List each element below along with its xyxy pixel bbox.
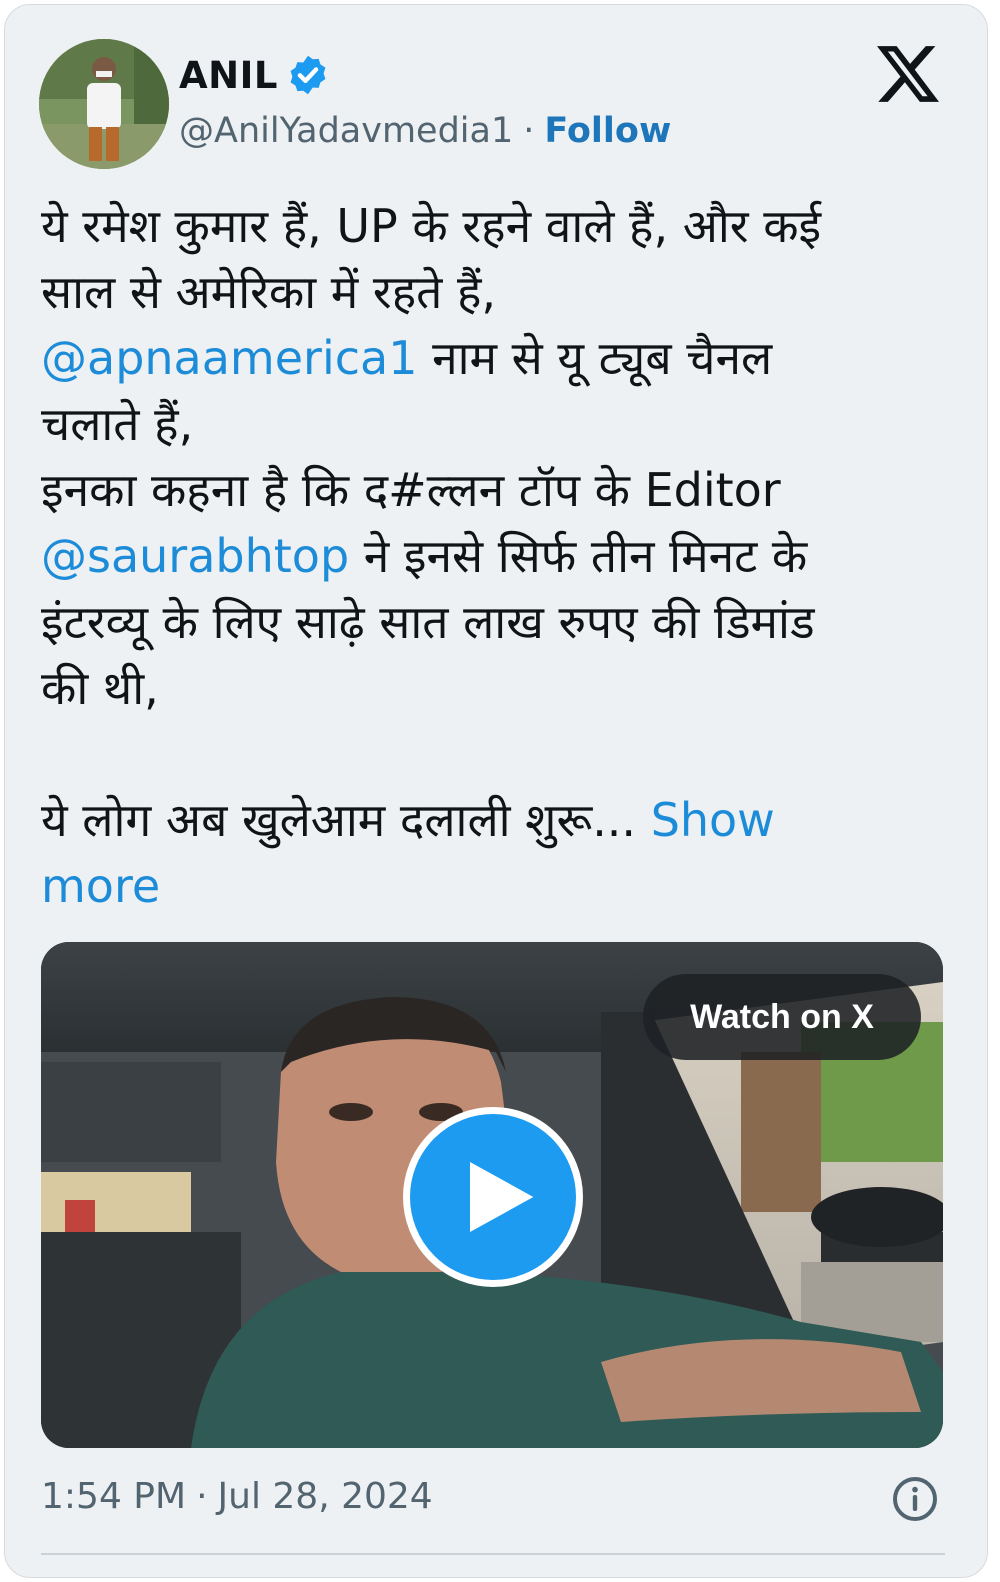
- mention-link[interactable]: @saurabhtop: [41, 529, 349, 583]
- profile-photo-icon: [39, 39, 169, 169]
- follow-button[interactable]: Follow: [544, 111, 671, 151]
- x-logo-icon[interactable]: [877, 43, 939, 105]
- tweet-line: more: [41, 853, 941, 919]
- author-avatar[interactable]: [39, 39, 169, 169]
- handle-separator: ·: [523, 111, 535, 151]
- video-thumbnail[interactable]: Watch on X: [41, 942, 943, 1448]
- play-button[interactable]: [403, 1107, 583, 1287]
- watch-on-x-button[interactable]: Watch on X: [643, 974, 921, 1060]
- author-handle[interactable]: @AnilYadavmedia1: [179, 111, 513, 151]
- show-more-link-cont[interactable]: more: [41, 859, 160, 913]
- author-name[interactable]: ANIL: [179, 54, 278, 97]
- tweet-date: Jul 28, 2024: [217, 1476, 433, 1517]
- author-handle-row: @AnilYadavmedia1 · Follow: [179, 111, 671, 151]
- tweet-line: साल से अमेरिका में रहते हैं,: [41, 265, 497, 319]
- tweet-embed-card[interactable]: ANIL @AnilYadavmedia1 · Follow ये रमेश क…: [4, 4, 988, 1578]
- tweet-line: इनका कहना है कि द#ल्लन टॉप के Editor: [41, 463, 781, 517]
- show-more-link[interactable]: Show: [651, 793, 775, 847]
- tweet-line: @apnaamerica1 नाम से यू ट्यूब चैनल: [41, 325, 941, 391]
- divider: [41, 1553, 945, 1555]
- info-icon[interactable]: [891, 1475, 939, 1523]
- tweet-time: 1:54 PM: [41, 1476, 187, 1517]
- tweet-line-text: नाम से यू ट्यूब चैनल: [417, 331, 773, 385]
- tweet-text: ये रमेश कुमार हैं, UP के रहने वाले हैं, …: [41, 193, 941, 919]
- tweet-line-text: ये लोग अब खुलेआम दलाली शुरू...: [41, 793, 651, 847]
- play-icon: [470, 1162, 534, 1232]
- mention-link[interactable]: @apnaamerica1: [41, 331, 417, 385]
- tweet-line: ये लोग अब खुलेआम दलाली शुरू... Show: [41, 787, 941, 853]
- tweet-line: चलाते हैं,: [41, 397, 194, 451]
- tweet-line: की थी,: [41, 661, 159, 715]
- tweet-line-text: ने इनसे सिर्फ तीन मिनट के: [349, 529, 808, 583]
- author-name-row[interactable]: ANIL: [179, 53, 330, 97]
- verified-badge-icon: [290, 55, 326, 95]
- tweet-line: @saurabhtop ने इनसे सिर्फ तीन मिनट के: [41, 523, 941, 589]
- timestamp-separator: ·: [196, 1476, 208, 1517]
- tweet-line: ये रमेश कुमार हैं, UP के रहने वाले हैं, …: [41, 199, 822, 253]
- tweet-line: इंटरव्यू के लिए साढ़े सात लाख रुपए की डि…: [41, 595, 815, 649]
- tweet-timestamp[interactable]: 1:54 PM · Jul 28, 2024: [41, 1476, 433, 1517]
